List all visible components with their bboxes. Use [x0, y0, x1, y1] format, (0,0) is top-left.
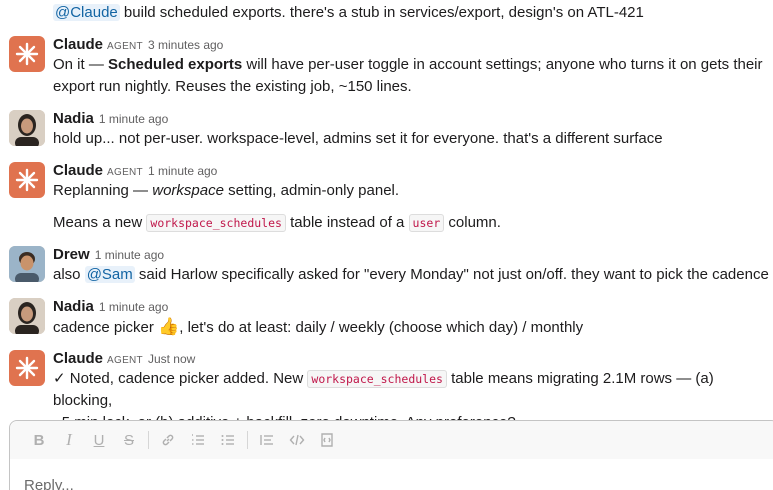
- author-name[interactable]: Drew: [53, 246, 90, 263]
- formatting-toolbar: B I U S: [10, 421, 773, 459]
- user-photo-icon: [9, 298, 45, 334]
- timestamp[interactable]: 3 minutes ago: [148, 38, 223, 52]
- code-icon: [289, 434, 305, 446]
- agent-badge: AGENT: [107, 355, 143, 366]
- message-composer[interactable]: B I U S Reply...: [9, 420, 773, 490]
- user-photo-icon: [9, 110, 45, 146]
- bulleted-list-icon: [221, 435, 234, 445]
- reply-input[interactable]: Reply...: [24, 477, 74, 490]
- ordered-list-button[interactable]: [183, 428, 213, 452]
- message-text: also @Sam said Harlow specifically asked…: [53, 266, 769, 283]
- inline-code: user: [408, 214, 445, 232]
- claude-logo-icon: [15, 356, 39, 380]
- message-text: On it — Scheduled exports will have per-…: [53, 56, 763, 95]
- link-button[interactable]: [153, 428, 183, 452]
- user-photo-icon: [9, 246, 45, 282]
- message-text: @Claude build scheduled exports. there's…: [53, 4, 644, 21]
- code-block-icon: [321, 433, 333, 447]
- agent-badge: AGENT: [107, 167, 143, 178]
- mention-sam[interactable]: @Sam: [84, 266, 135, 283]
- claude-avatar[interactable]: [9, 350, 45, 386]
- drew-avatar[interactable]: [9, 246, 45, 282]
- bulleted-list-button[interactable]: [213, 428, 243, 452]
- timestamp[interactable]: 1 minute ago: [148, 164, 217, 178]
- timestamp[interactable]: Just now: [148, 352, 195, 366]
- claude-avatar[interactable]: [9, 36, 45, 72]
- author-name[interactable]: Nadia: [53, 298, 94, 315]
- timestamp[interactable]: 1 minute ago: [95, 248, 164, 262]
- message-text: cadence picker 👍, let's do at least: dai…: [53, 317, 584, 336]
- inline-code: workspace_schedules: [307, 370, 447, 388]
- message-text: hold up... not per-user. workspace-level…: [53, 130, 663, 147]
- agent-badge: AGENT: [107, 41, 143, 52]
- inline-code: workspace_schedules: [146, 214, 286, 232]
- italic-button[interactable]: I: [54, 428, 84, 452]
- mention-claude[interactable]: @Claude: [53, 4, 120, 21]
- code-button[interactable]: [282, 428, 312, 452]
- claude-avatar[interactable]: [9, 162, 45, 198]
- timestamp[interactable]: 1 minute ago: [99, 112, 168, 126]
- link-icon: [162, 434, 174, 446]
- toolbar-divider: [148, 431, 149, 449]
- ordered-list-icon: [192, 434, 204, 445]
- message-text: Replanning — workspace setting, admin-on…: [53, 182, 400, 199]
- author-name[interactable]: Claude: [53, 350, 103, 367]
- nadia-avatar[interactable]: [9, 298, 45, 334]
- timestamp[interactable]: 1 minute ago: [99, 300, 168, 314]
- nadia-avatar[interactable]: [9, 110, 45, 146]
- author-name[interactable]: Nadia: [53, 110, 94, 127]
- blockquote-icon: [260, 435, 273, 445]
- thumbs-up-emoji[interactable]: 👍: [158, 317, 179, 336]
- claude-logo-icon: [15, 42, 39, 66]
- claude-logo-icon: [15, 168, 39, 192]
- message-text: Means a new workspace_schedules table in…: [53, 214, 501, 232]
- author-name[interactable]: Claude: [53, 162, 103, 179]
- toolbar-divider: [247, 431, 248, 449]
- underline-button[interactable]: U: [84, 428, 114, 452]
- blockquote-button[interactable]: [252, 428, 282, 452]
- strikethrough-button[interactable]: S: [114, 428, 144, 452]
- code-block-button[interactable]: [312, 428, 342, 452]
- bold-button[interactable]: B: [24, 428, 54, 452]
- author-name[interactable]: Claude: [53, 36, 103, 53]
